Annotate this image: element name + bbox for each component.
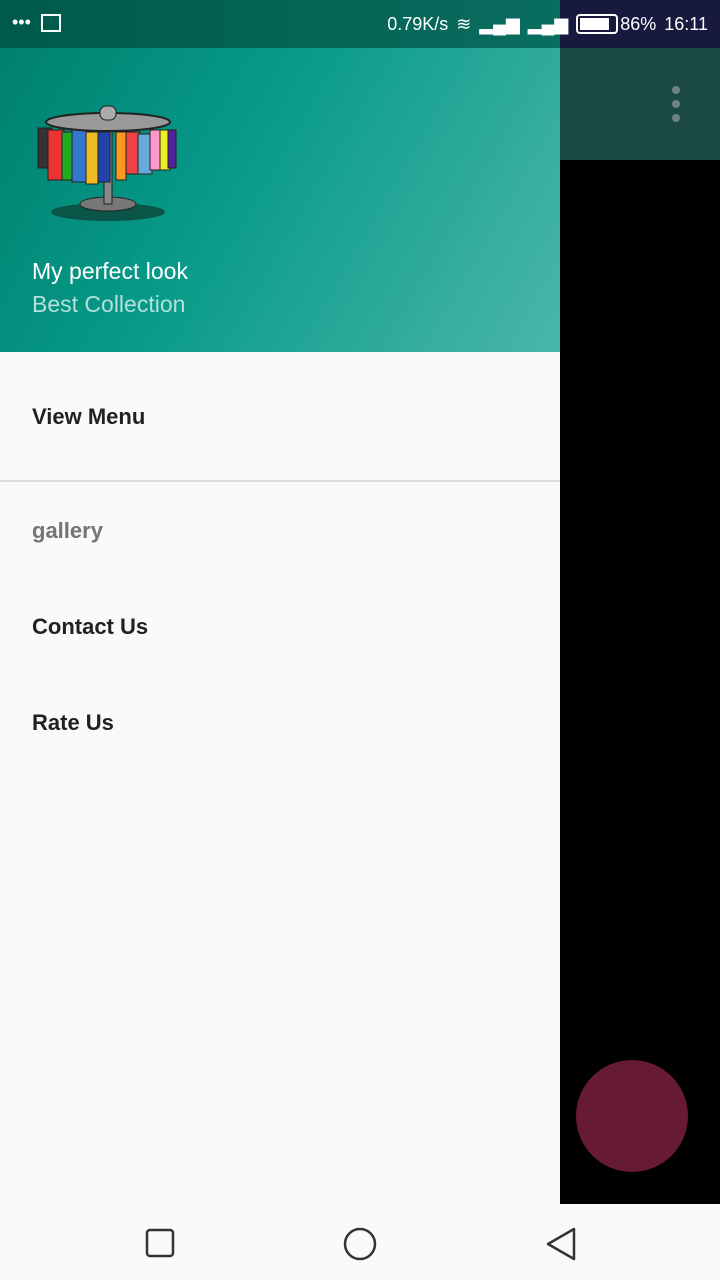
cast-icon: [40, 13, 61, 32]
signal-icon: ▂▄▆: [527, 13, 569, 34]
menu-item-view-menu[interactable]: View Menu: [32, 404, 145, 430]
battery-icon: [576, 14, 619, 34]
recents-button-icon[interactable]: [145, 1228, 175, 1258]
divider: [0, 480, 560, 482]
menu-item-contact-us[interactable]: Contact Us: [32, 614, 148, 640]
back-button-icon[interactable]: [544, 1226, 578, 1262]
system-nav-bar: [0, 1204, 720, 1280]
home-button-icon[interactable]: [342, 1226, 378, 1262]
navigation-drawer: My perfect look Best Collection View Men…: [0, 48, 560, 1204]
drawer-subtitle: Best Collection: [32, 291, 186, 317]
floating-action-button[interactable]: [576, 1060, 688, 1172]
wifi-icon: ≋: [456, 13, 472, 34]
clock: 16:11: [664, 13, 708, 34]
more-notifications-icon: •••: [12, 12, 31, 32]
clothes-rack-logo: [37, 105, 177, 221]
battery-level: 86%: [620, 13, 657, 34]
net-speed: 0.79K/s: [387, 13, 449, 34]
app-bar: [560, 48, 720, 160]
menu-item-gallery[interactable]: gallery: [32, 518, 103, 544]
drawer-title: My perfect look: [32, 258, 188, 284]
menu-item-rate-us[interactable]: Rate Us: [32, 710, 114, 736]
drawer-header: My perfect look Best Collection: [0, 48, 560, 352]
signal-icon: ▂▄▆: [479, 13, 520, 34]
status-bar: ••• 0.79K/s ≋ ▂▄▆ ▂▄▆ 86% 16:11: [0, 0, 720, 48]
overflow-menu-icon[interactable]: [670, 86, 682, 122]
